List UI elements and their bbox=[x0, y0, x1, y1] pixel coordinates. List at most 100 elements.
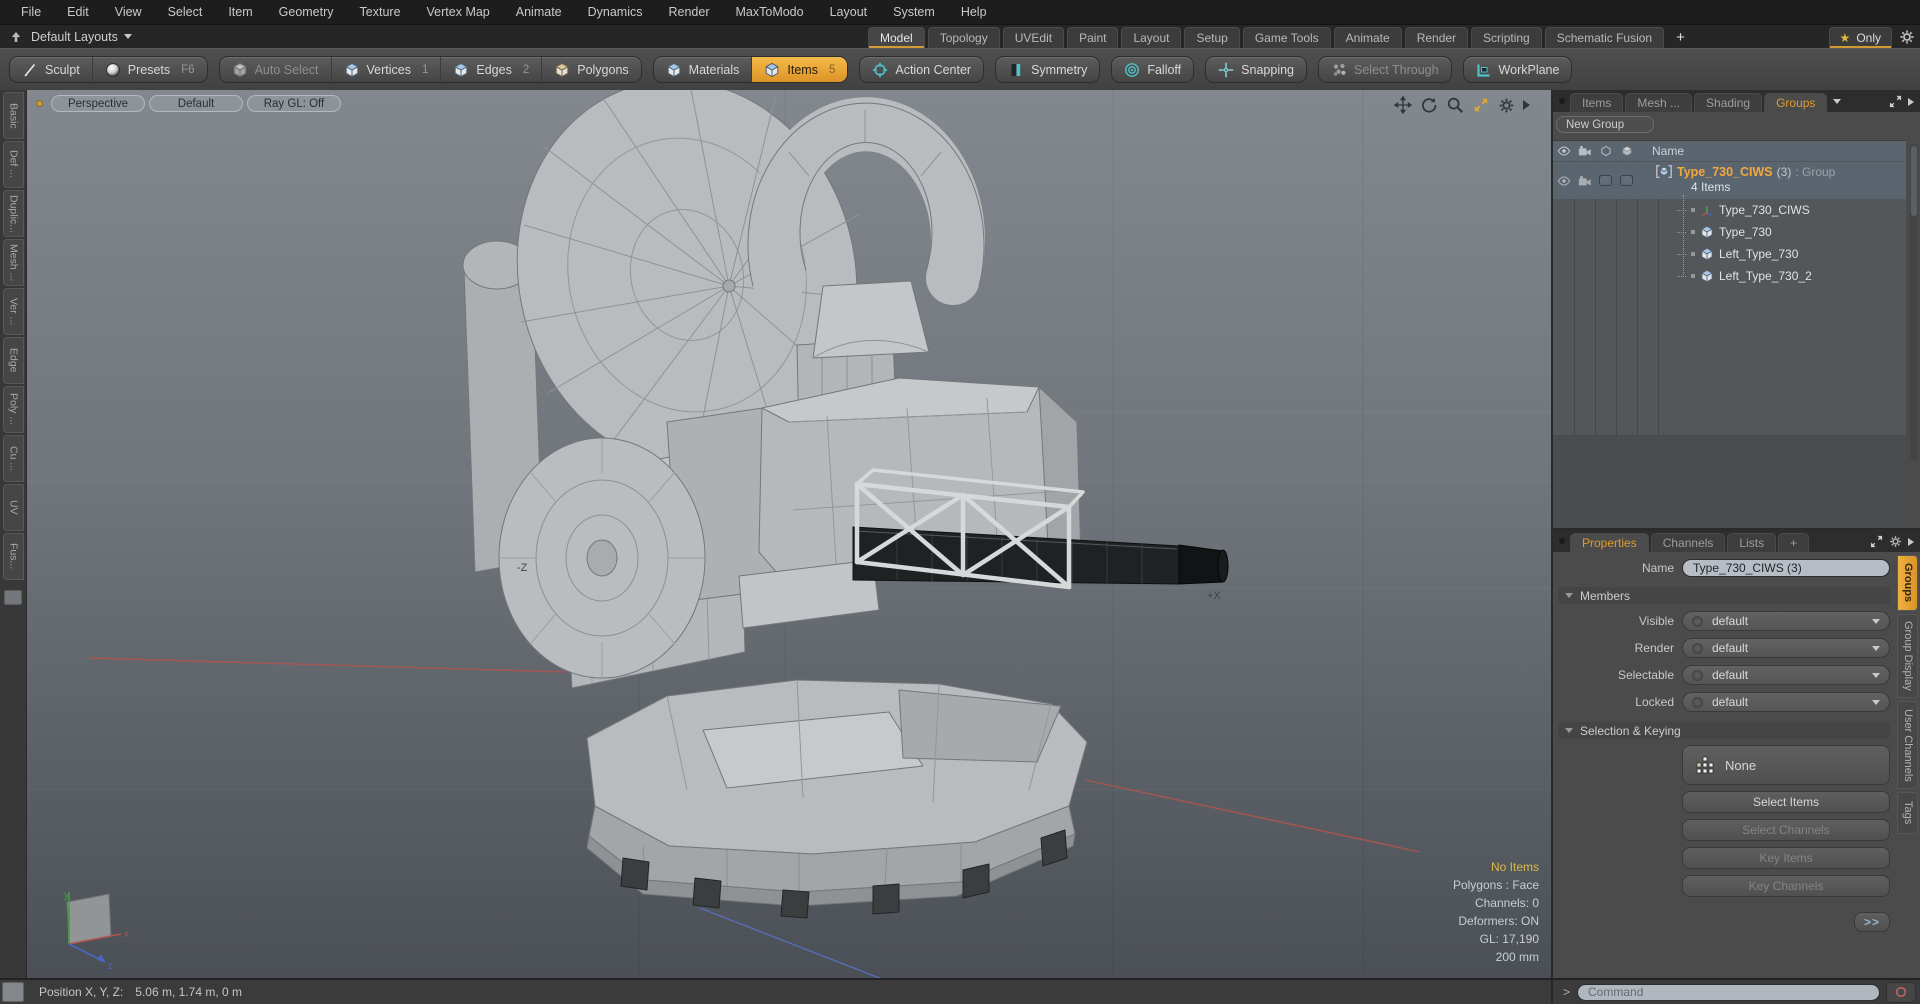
camera-view-selector[interactable]: Perspective bbox=[51, 95, 145, 112]
select-through-button[interactable]: Select Through bbox=[1319, 57, 1451, 82]
render-dropdown[interactable]: default bbox=[1682, 638, 1890, 658]
tab-list-dropdown-icon[interactable] bbox=[1833, 98, 1842, 104]
symmetry-button[interactable]: Symmetry bbox=[996, 57, 1099, 82]
tab-channels[interactable]: Channels bbox=[1650, 533, 1726, 552]
tab-uvedit[interactable]: UVEdit bbox=[1002, 27, 1065, 48]
tab-mesh-ops[interactable]: Mesh ... bbox=[1625, 93, 1693, 112]
maximize-icon[interactable] bbox=[1472, 96, 1490, 114]
command-input[interactable] bbox=[1577, 983, 1880, 1001]
raygl-toggle[interactable]: Ray GL: Off bbox=[247, 95, 341, 112]
tree-item-type-730[interactable]: Type_730 bbox=[1553, 221, 1906, 243]
tab-model[interactable]: Model bbox=[868, 27, 925, 48]
panel-menu-arrow-icon[interactable] bbox=[1908, 97, 1914, 106]
key-channels-button[interactable]: Key Channels bbox=[1682, 875, 1890, 897]
panel-pin-icon[interactable] bbox=[1559, 98, 1565, 104]
left-tab-curve[interactable]: Cu ... bbox=[2, 435, 24, 482]
tab-scripting[interactable]: Scripting bbox=[1471, 27, 1542, 48]
side-tab-user-channels[interactable]: User Channels bbox=[1897, 701, 1918, 789]
viewport-3d[interactable]: Perspective Default Ray GL: Off +X -Z No… bbox=[27, 90, 1551, 978]
snapping-button[interactable]: Snapping bbox=[1206, 57, 1306, 82]
panel-gear-icon[interactable] bbox=[1889, 535, 1902, 548]
menu-vertex-map[interactable]: Vertex Map bbox=[414, 0, 503, 24]
edges-mode-button[interactable]: Edges 2 bbox=[440, 57, 541, 82]
menu-system[interactable]: System bbox=[880, 0, 948, 24]
selectable-checkbox[interactable] bbox=[1599, 175, 1612, 186]
left-tab-polygon[interactable]: Poly ... bbox=[2, 386, 24, 433]
left-tab-vertex[interactable]: Ver ... bbox=[2, 288, 24, 335]
pin-layout-icon[interactable] bbox=[8, 29, 24, 45]
tree-item-type-730-ciws[interactable]: Type_730_CIWS bbox=[1553, 199, 1906, 221]
tab-paint[interactable]: Paint bbox=[1067, 27, 1119, 48]
side-tab-groups[interactable]: Groups bbox=[1897, 555, 1918, 611]
menu-file[interactable]: File bbox=[8, 0, 54, 24]
side-tab-group-display[interactable]: Group Display bbox=[1897, 614, 1918, 698]
group-name-field[interactable] bbox=[1682, 559, 1890, 577]
group-name[interactable]: Type_730_CIWS bbox=[1677, 165, 1773, 179]
menu-item[interactable]: Item bbox=[215, 0, 265, 24]
tab-setup[interactable]: Setup bbox=[1184, 27, 1240, 48]
menu-geometry[interactable]: Geometry bbox=[266, 0, 347, 24]
group-row-type-730-ciws[interactable]: Type_730_CIWS (3) : Group 4 Items bbox=[1553, 162, 1906, 199]
expand-panel-icon[interactable] bbox=[1870, 535, 1883, 548]
favorites-only-toggle[interactable]: ★ Only bbox=[1828, 27, 1892, 48]
menu-layout[interactable]: Layout bbox=[817, 0, 881, 24]
more-options-button[interactable]: >> bbox=[1854, 912, 1890, 932]
presets-button[interactable]: Presets F6 bbox=[91, 57, 207, 82]
select-channels-button[interactable]: Select Channels bbox=[1682, 819, 1890, 841]
panel-pin-icon[interactable] bbox=[1559, 538, 1565, 544]
left-tab-mesh[interactable]: Mesh ... bbox=[2, 239, 24, 286]
menu-edit[interactable]: Edit bbox=[54, 0, 102, 24]
add-tab-button[interactable]: + bbox=[1667, 27, 1694, 48]
menu-animate[interactable]: Animate bbox=[503, 0, 575, 24]
tab-items[interactable]: Items bbox=[1570, 93, 1624, 112]
camera-icon[interactable] bbox=[1578, 175, 1592, 187]
menu-render[interactable]: Render bbox=[656, 0, 723, 24]
zoom-icon[interactable] bbox=[1446, 96, 1464, 114]
left-tab-fusion[interactable]: Fus... bbox=[2, 533, 24, 580]
tab-animate[interactable]: Animate bbox=[1333, 27, 1402, 48]
menu-texture[interactable]: Texture bbox=[347, 0, 414, 24]
tab-shading[interactable]: Shading bbox=[1694, 93, 1763, 112]
pan-icon[interactable] bbox=[1394, 96, 1412, 114]
auto-select-button[interactable]: Auto Select bbox=[220, 57, 331, 82]
selection-keying-section-header[interactable]: Selection & Keying bbox=[1558, 722, 1890, 739]
tree-item-left-type-730-2[interactable]: Left_Type_730_2 bbox=[1553, 265, 1906, 287]
action-center-button[interactable]: Action Center bbox=[860, 57, 983, 82]
menu-maxtomodo[interactable]: MaxToModo bbox=[723, 0, 817, 24]
materials-mode-button[interactable]: Materials bbox=[654, 57, 752, 82]
visible-dropdown[interactable]: default bbox=[1682, 611, 1890, 631]
layout-settings-button[interactable] bbox=[1899, 27, 1915, 48]
items-mode-button[interactable]: Items 5 bbox=[751, 57, 848, 82]
tab-groups[interactable]: Groups bbox=[1764, 93, 1828, 112]
side-tab-tags[interactable]: Tags bbox=[1897, 792, 1918, 834]
viewport-menu-arrow-icon[interactable] bbox=[1523, 100, 1530, 110]
tab-lists[interactable]: Lists bbox=[1727, 533, 1777, 552]
new-group-button[interactable]: New Group bbox=[1556, 116, 1654, 133]
tab-schematic-fusion[interactable]: Schematic Fusion bbox=[1544, 27, 1665, 48]
viewport-options-gear-icon[interactable] bbox=[1498, 97, 1515, 114]
sculpt-button[interactable]: Sculpt bbox=[10, 57, 92, 82]
falloff-button[interactable]: Falloff bbox=[1112, 57, 1193, 82]
tab-render[interactable]: Render bbox=[1404, 27, 1469, 48]
select-items-button[interactable]: Select Items bbox=[1682, 791, 1890, 813]
palette-handle[interactable] bbox=[4, 590, 22, 605]
eye-icon[interactable] bbox=[1557, 175, 1571, 187]
tab-topology[interactable]: Topology bbox=[927, 27, 1000, 48]
selection-mode-none-button[interactable]: None bbox=[1682, 745, 1890, 785]
locked-dropdown[interactable]: default bbox=[1682, 692, 1890, 712]
tab-properties[interactable]: Properties bbox=[1570, 533, 1649, 552]
corner-grip[interactable] bbox=[2, 982, 24, 1002]
selectable-dropdown[interactable]: default bbox=[1682, 665, 1890, 685]
panel-menu-arrow-icon[interactable] bbox=[1908, 537, 1914, 546]
tree-item-left-type-730[interactable]: Left_Type_730 bbox=[1553, 243, 1906, 265]
tab-game-tools[interactable]: Game Tools bbox=[1242, 27, 1331, 48]
tab-layout[interactable]: Layout bbox=[1121, 27, 1182, 48]
menu-help[interactable]: Help bbox=[948, 0, 1000, 24]
left-tab-deform[interactable]: Def ... bbox=[2, 141, 24, 188]
add-panel-tab-button[interactable]: + bbox=[1778, 533, 1810, 552]
left-tab-basic[interactable]: Basic bbox=[2, 92, 24, 139]
tree-scrollbar[interactable] bbox=[1910, 144, 1918, 460]
menu-view[interactable]: View bbox=[102, 0, 155, 24]
menu-select[interactable]: Select bbox=[155, 0, 216, 24]
left-tab-uv[interactable]: UV bbox=[2, 484, 24, 531]
